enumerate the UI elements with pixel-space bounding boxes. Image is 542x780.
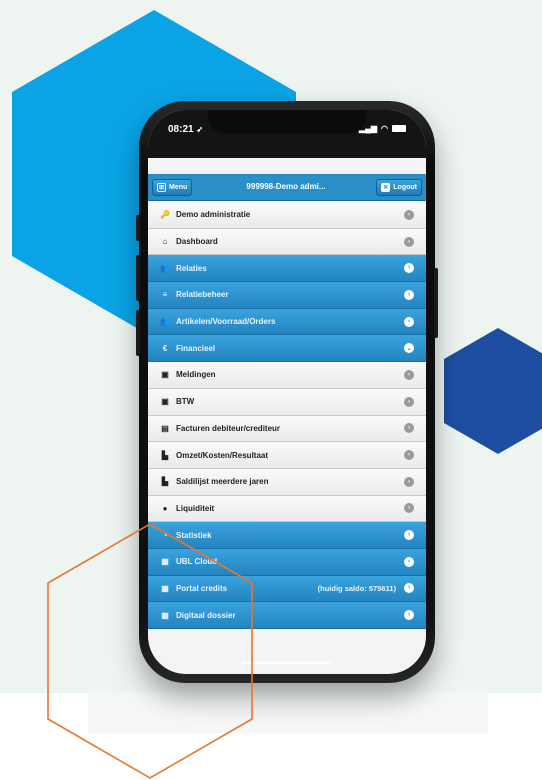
menu-item-label: Liquiditeit [176,503,215,513]
app-header: ⊞ Menu 999998-Demo admi... ✕ Logout [148,174,426,201]
credits-balance: (huidig saldo: 575611) [317,583,396,593]
chevron-right-icon: › [404,236,414,247]
chevron-down-icon: ⌄ [404,343,414,354]
phone-side-button [136,215,140,241]
notification-icon: ▣ [161,370,169,380]
menu-item-label: Saldilijst meerdere jaren [176,477,269,487]
menu-item-label: Financieel [176,343,216,353]
chevron-right-icon: › [404,289,414,300]
people-icon: 👥 [160,263,170,273]
wifi-icon: ◠ [381,124,388,133]
menu-item-label: Artikelen/Voorraad/Orders [176,317,276,327]
key-icon: 🔑 [160,210,170,220]
finance-icon: € [162,343,168,353]
menu-button-label: Menu [169,184,188,191]
phone-side-button [136,255,140,301]
menu-item-relatiebeheer[interactable]: ≡ Relatiebeheer › [148,282,426,309]
location-icon: ➶ [196,125,204,134]
menu-item-meldingen[interactable]: ▣ Meldingen › [148,362,426,389]
document-icon: ▤ [161,423,169,433]
grid-icon: ⊞ [157,183,166,192]
cash-icon: ● [162,503,168,513]
chevron-right-icon: › [404,316,414,327]
chevron-right-icon: › [404,503,414,514]
menu-item-relaties[interactable]: 👥 Relaties › [148,255,426,283]
status-bar: 08:21 ➶ ▂▄▆ ◠ [148,110,426,158]
logout-button-label: Logout [393,184,417,191]
chevron-right-icon: › [404,556,414,567]
phone-side-button [136,310,140,356]
orange-hexagon-outline [47,523,253,779]
status-icons: ▂▄▆ ◠ [359,124,406,133]
battery-icon [392,125,406,132]
chevron-right-icon: › [404,450,414,461]
bar-chart-icon: ▙ [161,450,169,460]
menu-item-facturen-debiteur-crediteur[interactable]: ▤ Facturen debiteur/crediteur › [148,415,426,443]
chevron-right-icon: › [404,369,414,380]
phone-power-button [434,268,438,338]
menu-item-label: Relatiebeheer [176,290,229,300]
menu-item-label: Omzet/Kosten/Resultaat [176,450,269,460]
chevron-right-icon: › [404,476,414,487]
chevron-right-icon: › [404,530,414,541]
menu-item-label: Demo administratie [176,210,251,220]
tax-icon: ▣ [161,397,169,407]
chevron-right-icon: › [404,209,414,220]
menu-item-label: Meldingen [176,370,216,380]
menu-item-financieel[interactable]: € Financieel ⌄ [148,335,426,363]
menu-item-label: BTW [176,397,195,407]
phone-notch [208,110,366,134]
logout-button[interactable]: ✕ Logout [376,179,422,196]
status-time: 08:21 ➶ [168,124,204,135]
chevron-right-icon: › [404,610,414,621]
dark-blue-hexagon [444,328,542,454]
people-icon: 👥 [160,317,170,327]
menu-item-artikelen-voorraad-orders[interactable]: 👥 Artikelen/Voorraad/Orders › [148,308,426,336]
menu-item-btw[interactable]: ▣ BTW › [148,388,426,416]
home-icon: ⌂ [162,237,168,247]
chevron-right-icon: › [404,396,414,407]
list-icon: ≡ [162,290,168,300]
menu-item-label: Relaties [176,263,207,273]
bar-chart-icon: ▙ [161,477,169,487]
header-title: 999998-Demo admi... [246,182,326,191]
menu-item-dashboard[interactable]: ⌂ Dashboard › [148,228,426,256]
close-icon: ✕ [381,183,391,192]
chevron-right-icon: › [404,423,414,434]
menu-item-liquiditeit[interactable]: ● Liquiditeit › [148,495,426,523]
menu-item-omzet-kosten-resultaat[interactable]: ▙ Omzet/Kosten/Resultaat › [148,442,426,469]
menu-button[interactable]: ⊞ Menu [152,179,193,196]
menu-item-label: Facturen debiteur/crediteur [176,423,281,433]
chevron-right-icon: › [404,263,414,274]
menu-item-saldilijst-meerdere-jaren[interactable]: ▙ Saldilijst meerdere jaren › [148,468,426,496]
chevron-right-icon: › [404,583,414,594]
menu-item-demo-administratie[interactable]: 🔑 Demo administratie › [148,202,426,229]
signal-icon: ▂▄▆ [359,124,378,133]
menu-item-label: Dashboard [176,237,218,247]
